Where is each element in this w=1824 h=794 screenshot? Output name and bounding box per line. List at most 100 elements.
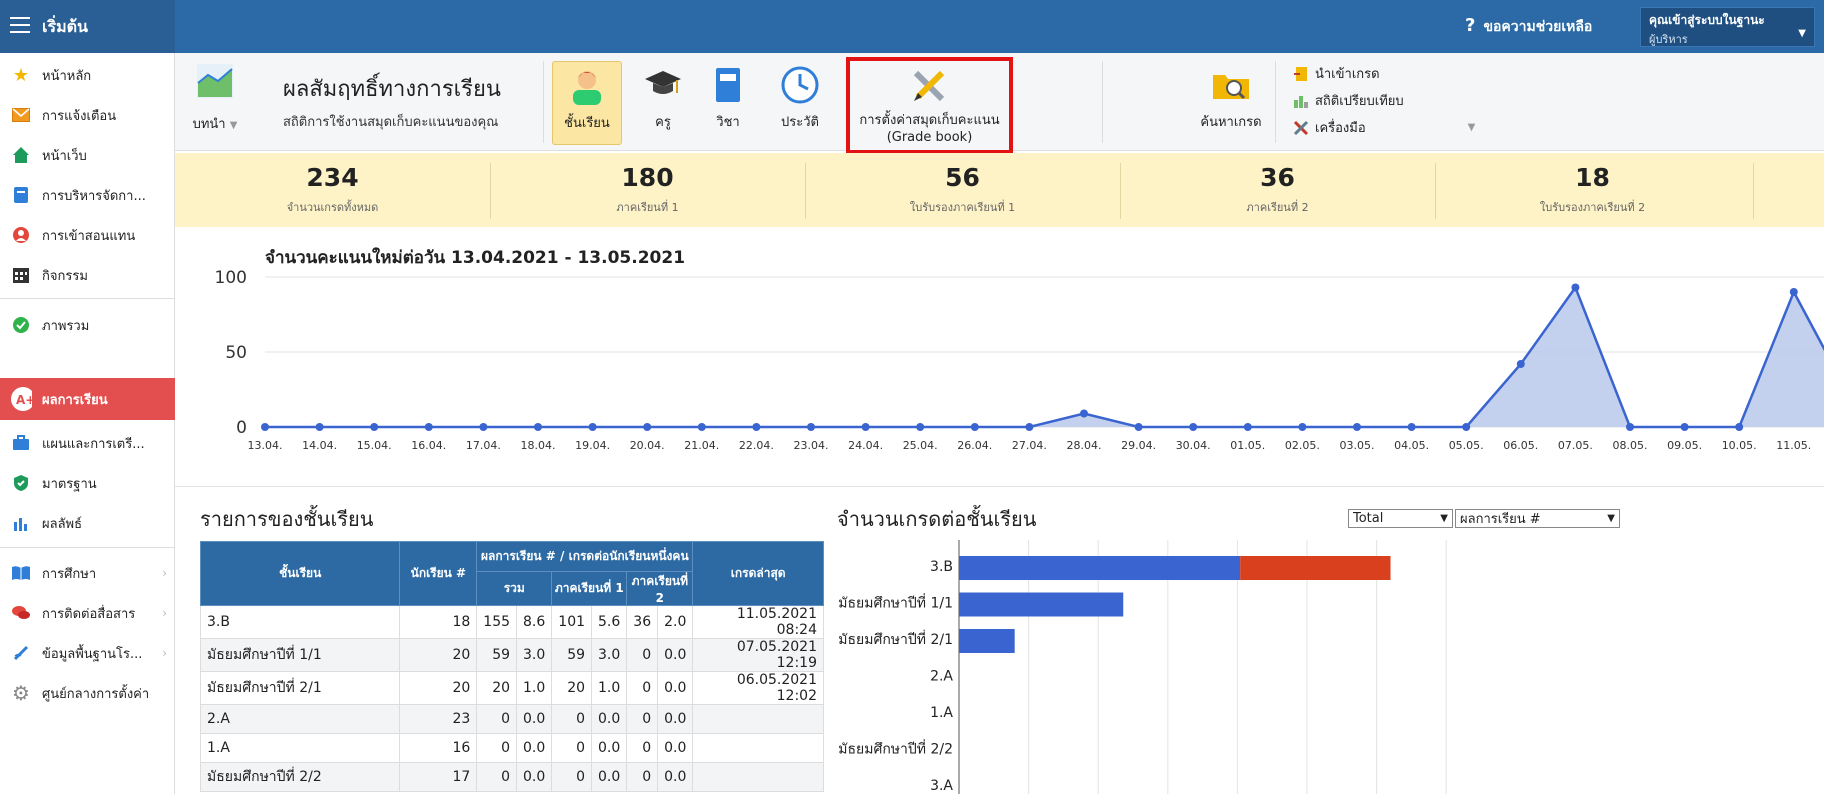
table-row[interactable]: มัธยมศึกษาปีที่ 2/1 20 20 1.0 20 1.0 0 0.0 06.05… <box>199 671 824 705</box>
stat-semester-1: 180 ภาคเรียนที่ 1 <box>490 153 805 227</box>
category-label: มัธยมศึกษาปีที่ 2/1 <box>838 630 953 648</box>
table-cell: 2.A <box>199 704 401 734</box>
data-point <box>1571 283 1580 292</box>
data-point <box>1134 423 1143 431</box>
data-point <box>424 423 433 431</box>
help-link[interactable]: ? ขอความช่วยเหลือ <box>1465 15 1592 38</box>
import-grades-link[interactable]: นำเข้าเกรด <box>1293 63 1380 84</box>
table-cell: 18 <box>399 605 478 639</box>
user-role-select[interactable]: คุณเข้าสู่ระบบในฐานะ ผู้บริหาร ▼ <box>1640 7 1815 47</box>
shield-icon <box>10 472 32 494</box>
question-icon: ? <box>1465 15 1476 36</box>
start-label[interactable]: เริ่มต้น <box>42 15 88 40</box>
table-cell: 11.05.2021 08:24 <box>692 605 824 639</box>
data-point <box>534 423 542 431</box>
check-circle-icon <box>10 314 32 336</box>
gradebook-settings-sub: (Grade book) <box>886 130 973 145</box>
table-cell: 0.0 <box>516 733 553 763</box>
x-tick-label: 02.05. <box>1285 439 1320 452</box>
data-point <box>1353 423 1361 431</box>
col-class[interactable]: ชั้นเรียน <box>199 541 401 606</box>
stat-semester-2: 36 ภาคเรียนที่ 2 <box>1120 153 1435 227</box>
table-cell <box>692 733 824 763</box>
metric-select[interactable]: ผลการเรียน # ▼ <box>1455 509 1620 528</box>
grades-per-class-title: จำนวนเกรดต่อชั้นเรียน <box>837 507 1037 531</box>
data-point <box>1407 423 1416 431</box>
notebook-icon <box>708 65 748 105</box>
total-select[interactable]: Total ▼ <box>1348 509 1453 528</box>
x-tick-label: 04.05. <box>1394 439 1429 452</box>
table-cell: 155 <box>476 605 518 639</box>
x-tick-label: 29.04. <box>1121 439 1156 452</box>
sidebar-item-settings[interactable]: ⚙ ศูนย์กลางการตั้งค่า <box>0 673 175 713</box>
data-point <box>1789 288 1798 296</box>
col-sem1[interactable]: ภาคเรียนที่ 1 <box>551 571 628 606</box>
x-tick-label: 20.04. <box>630 439 665 452</box>
table-cell: 20 <box>399 671 478 705</box>
data-point <box>1080 409 1088 418</box>
sidebar-item-substitution[interactable]: การเข้าสอนแทน <box>0 215 175 255</box>
tab-teachers[interactable]: ครู <box>633 61 693 132</box>
col-sem2[interactable]: ภาคเรียนที่ 2 <box>626 571 694 606</box>
search-grade-button[interactable]: ค้นหาเกรด <box>1195 61 1267 132</box>
sidebar-item-grades[interactable]: A+ ผลการเรียน <box>0 378 175 420</box>
col-students[interactable]: นักเรียน # <box>399 541 478 606</box>
sidebar-item-activities[interactable]: กิจกรรม <box>0 255 175 295</box>
y-tick-label: 50 <box>225 343 247 363</box>
table-cell: 0 <box>551 762 593 792</box>
x-tick-label: 14.04. <box>302 439 337 452</box>
sidebar-item-school-data[interactable]: ข้อมูลพื้นฐานโร... › <box>0 633 175 673</box>
stat-cert-semester-1: 56 ใบรับรองภาคเรียนที่ 1 <box>805 153 1120 227</box>
compare-stats-link[interactable]: สถิติเปรียบเทียบ <box>1293 90 1404 111</box>
tab-subjects[interactable]: วิชา <box>698 61 758 132</box>
tab-history[interactable]: ประวัติ <box>765 61 835 132</box>
category-label: 2.A <box>930 669 953 685</box>
intro-button[interactable]: บทนำ ▼ <box>185 63 245 134</box>
col-latest[interactable]: เกรดล่าสุด <box>692 541 824 606</box>
x-tick-label: 11.05. <box>1776 439 1811 452</box>
sidebar-item-home[interactable]: ★ หน้าหลัก <box>0 55 175 95</box>
sidebar-item-education[interactable]: การศึกษา › <box>0 553 175 593</box>
x-tick-label: 10.05. <box>1722 439 1757 452</box>
table-cell: 1.A <box>199 733 401 763</box>
category-label: มัธยมศึกษาปีที่ 1/1 <box>838 594 953 612</box>
col-total[interactable]: รวม <box>476 571 553 606</box>
search-grade-label: ค้นหาเกรด <box>1200 115 1262 130</box>
import-icon <box>1294 66 1307 81</box>
data-point <box>1462 423 1471 431</box>
sidebar-item-communication[interactable]: การติดต่อสื่อสาร › <box>0 593 175 633</box>
table-row[interactable]: 1.A 16 0 0.0 0 0.0 0 0.0 <box>199 733 824 763</box>
stat-value: 36 <box>1260 163 1295 192</box>
envelope-icon <box>10 104 32 126</box>
sidebar-item-planning[interactable]: แผนและการเตรี... <box>0 423 175 463</box>
chevron-down-icon: ▼ <box>229 120 238 131</box>
table-row[interactable]: 2.A 23 0 0.0 0 0.0 0 0.0 <box>199 704 824 734</box>
x-tick-label: 26.04. <box>957 439 992 452</box>
x-tick-label: 18.04. <box>521 439 556 452</box>
x-tick-label: 06.05. <box>1503 439 1538 452</box>
menu-icon[interactable] <box>10 17 30 33</box>
tools-menu[interactable]: เครื่องมือ ▼ <box>1293 117 1475 138</box>
stats-strip: 234 จำนวนเกรดทั้งหมด 180 ภาคเรียนที่ 1 56 ใ… <box>175 153 1824 227</box>
data-point <box>1298 423 1307 431</box>
chevron-right-icon: › <box>162 646 167 660</box>
table-row[interactable]: มัธยมศึกษาปีที่ 1/1 20 59 3.0 59 3.0 0 0.0 07.05… <box>199 638 824 672</box>
sidebar-item-label: ศูนย์กลางการตั้งค่า <box>42 686 150 702</box>
bar <box>959 629 1015 653</box>
table-row[interactable]: 3.B 18 155 8.6 101 5.6 36 2.0 11.05.2021 08:24 <box>199 605 824 639</box>
table-row[interactable]: มัธยมศึกษาปีที่ 2/2 17 0 0.0 0 0.0 0 0.0 <box>199 762 824 792</box>
tab-classes[interactable]: ชั้นเรียน <box>552 61 622 145</box>
sidebar-item-standards[interactable]: มาตรฐาน <box>0 463 175 503</box>
table-cell: 8.6 <box>516 605 553 639</box>
gradebook-settings-button[interactable]: การตั้งค่าสมุดเก็บคะแนน (Grade book) <box>846 57 1013 154</box>
data-point <box>1626 423 1634 431</box>
area-chart-icon <box>197 64 233 98</box>
sidebar-item-overview[interactable]: ภาพรวม <box>0 305 175 345</box>
stat-label: ภาคเรียนที่ 2 <box>1246 201 1309 214</box>
data-point <box>370 423 379 431</box>
sidebar-item-website[interactable]: หน้าเว็บ <box>0 135 175 175</box>
sidebar-item-results[interactable]: ผลลัพธ์ <box>0 503 175 543</box>
intro-label: บทนำ <box>192 117 226 132</box>
sidebar-item-management[interactable]: การบริหารจัดกา... <box>0 175 175 215</box>
sidebar-item-notifications[interactable]: การแจ้งเตือน <box>0 95 175 135</box>
